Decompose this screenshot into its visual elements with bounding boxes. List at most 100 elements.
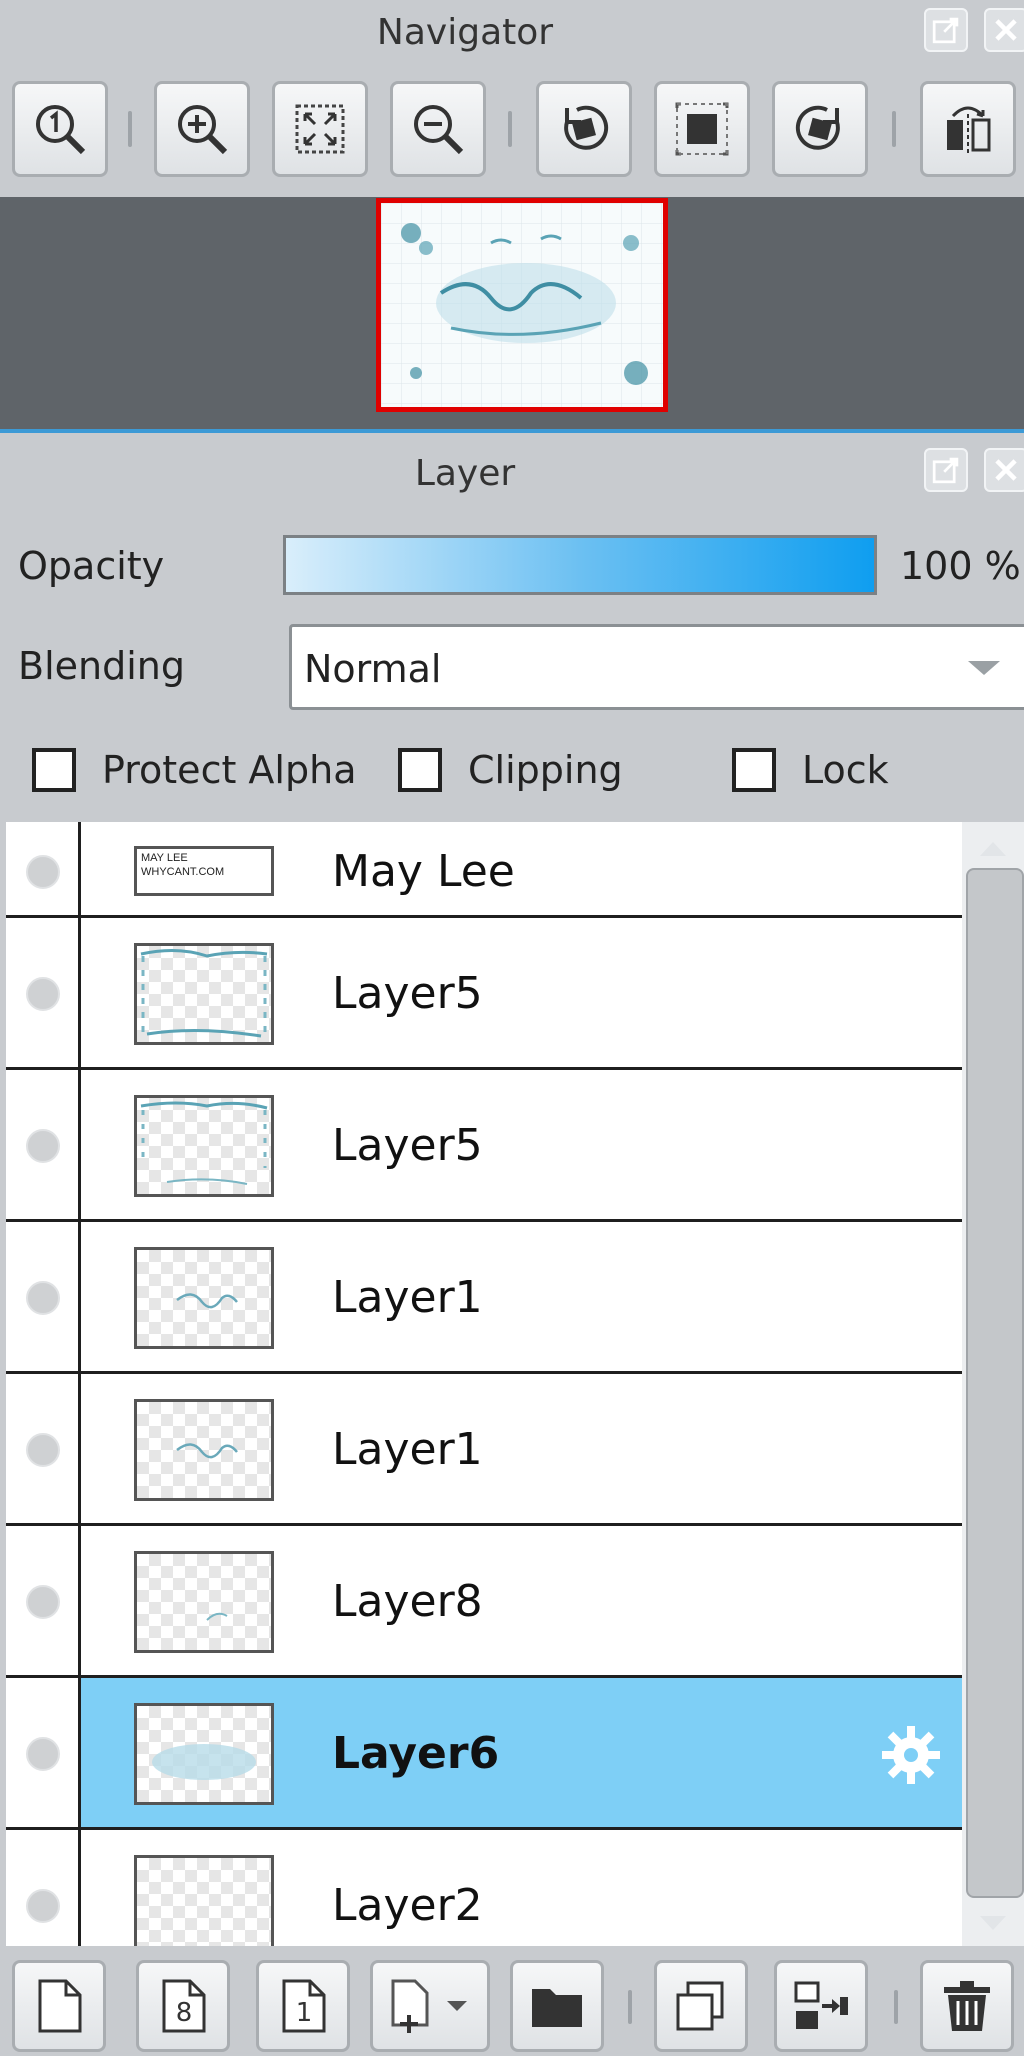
popout-icon — [932, 17, 959, 44]
protect-alpha-checkbox[interactable] — [32, 748, 76, 792]
new-1bit-layer-button[interactable]: 1 — [256, 1960, 350, 2052]
layer-row[interactable]: Layer1 — [6, 1222, 962, 1374]
layer-name[interactable]: May Lee — [332, 846, 515, 897]
layer-row[interactable]: Layer5 — [6, 1070, 962, 1222]
row-divider — [78, 1374, 81, 1523]
new-8bit-layer-button[interactable]: 8 — [136, 1960, 230, 2052]
add-layer-menu-button[interactable] — [370, 1960, 490, 2052]
row-divider — [78, 1222, 81, 1371]
row-divider — [78, 1830, 81, 1946]
rotate-left-icon — [564, 105, 609, 150]
blending-label: Blending — [18, 644, 185, 688]
merge-layer-icon — [794, 1981, 848, 2029]
layer-name[interactable]: Layer6 — [332, 1728, 499, 1779]
fit-screen-icon — [295, 104, 345, 154]
layer-name[interactable]: Layer1 — [332, 1272, 483, 1323]
row-divider — [78, 1070, 81, 1219]
layer-thumbnail — [134, 1095, 274, 1197]
clipping-checkbox[interactable] — [398, 748, 442, 792]
toolbar-separator — [894, 1990, 898, 2024]
delete-layer-button[interactable] — [920, 1960, 1014, 2052]
flip-horizontal-icon — [947, 106, 991, 154]
layer-row[interactable]: Layer5 — [6, 918, 962, 1070]
new-folder-button[interactable] — [510, 1960, 604, 2052]
navigator-detach-button[interactable] — [924, 8, 968, 52]
reset-view-icon — [675, 102, 729, 156]
layer-thumbnail — [134, 1247, 274, 1349]
layer-name[interactable]: Layer2 — [332, 1880, 483, 1931]
zoom-out-icon — [414, 105, 464, 155]
canvas-preview-image — [381, 203, 663, 407]
visibility-toggle[interactable] — [26, 1433, 60, 1467]
rotate-left-button[interactable] — [536, 81, 632, 177]
layer-row[interactable]: Layer1 — [6, 1374, 962, 1526]
layer-name[interactable]: Layer8 — [332, 1576, 483, 1627]
folder-icon — [532, 1989, 582, 2027]
navigator-close-button[interactable] — [984, 8, 1024, 52]
flip-horizontal-button[interactable] — [920, 81, 1016, 177]
zoom-actual-size-button[interactable] — [12, 81, 108, 177]
layer-row[interactable]: Layer8 — [6, 1526, 962, 1678]
scroll-up-arrow-icon[interactable] — [962, 828, 1024, 868]
visibility-toggle[interactable] — [26, 855, 60, 889]
visibility-toggle[interactable] — [26, 1281, 60, 1315]
close-icon — [995, 19, 1017, 41]
layer-list[interactable]: MAY LEE WHYCANT.COM May Lee Layer5 Layer… — [6, 822, 962, 1946]
popout-icon — [932, 457, 959, 484]
rotate-right-button[interactable] — [772, 81, 868, 177]
reset-rotation-button[interactable] — [654, 81, 750, 177]
opacity-label: Opacity — [18, 544, 165, 588]
blending-mode-value: Normal — [304, 647, 442, 691]
merge-down-button[interactable] — [774, 1960, 868, 2052]
trash-icon — [944, 1981, 990, 2031]
layer-thumbnail — [134, 1551, 274, 1653]
layer-row[interactable]: Layer2 — [6, 1830, 962, 1946]
layer-row-selected[interactable]: Layer6 — [6, 1678, 962, 1830]
toolbar-separator — [508, 111, 512, 147]
opacity-slider[interactable] — [283, 535, 877, 595]
layer-row[interactable]: MAY LEE WHYCANT.COM May Lee — [6, 822, 962, 918]
layer-thumbnail — [134, 1703, 274, 1805]
panel-divider[interactable] — [0, 429, 1024, 433]
layer-name[interactable]: Layer1 — [332, 1424, 483, 1475]
protect-alpha-label[interactable]: Protect Alpha — [102, 748, 356, 792]
navigator-canvas-thumbnail[interactable] — [376, 198, 668, 412]
new-8bit-layer-icon: 8 — [162, 1979, 206, 2033]
zoom-out-button[interactable] — [390, 81, 486, 177]
zoom-in-button[interactable] — [154, 81, 250, 177]
blending-mode-select[interactable]: Normal — [289, 624, 1024, 710]
zoom-100-icon — [36, 105, 86, 155]
scrollbar-thumb[interactable] — [966, 868, 1024, 1898]
new-color-layer-button[interactable] — [12, 1960, 106, 2052]
navigator-title: Navigator — [376, 12, 554, 53]
visibility-toggle[interactable] — [26, 1585, 60, 1619]
visibility-toggle[interactable] — [26, 1129, 60, 1163]
new-1bit-layer-icon: 1 — [282, 1979, 326, 2033]
visibility-toggle[interactable] — [26, 1737, 60, 1771]
layer-name[interactable]: Layer5 — [332, 1120, 483, 1171]
settings-icon[interactable] — [876, 1720, 946, 1790]
lock-checkbox[interactable] — [732, 748, 776, 792]
layer-name[interactable]: Layer5 — [332, 968, 483, 1019]
chevron-down-icon — [968, 661, 1000, 675]
rotate-right-icon — [795, 105, 840, 150]
toolbar-separator — [892, 111, 896, 147]
scroll-down-arrow-icon[interactable] — [962, 1904, 1024, 1944]
layer-thumbnail — [134, 1399, 274, 1501]
clipping-label[interactable]: Clipping — [468, 748, 623, 792]
duplicate-layer-button[interactable] — [654, 1960, 748, 2052]
layer-thumbnail: MAY LEE WHYCANT.COM — [134, 846, 274, 896]
visibility-toggle[interactable] — [26, 1889, 60, 1923]
layer-close-button[interactable] — [984, 448, 1024, 492]
layer-detach-button[interactable] — [924, 448, 968, 492]
thumbnail-text: MAY LEE WHYCANT.COM — [141, 852, 225, 878]
row-divider — [78, 1526, 81, 1675]
visibility-toggle[interactable] — [26, 977, 60, 1011]
add-layer-dropdown-icon — [391, 1979, 467, 2033]
new-layer-icon — [38, 1979, 82, 2033]
opacity-value: 100 % — [900, 544, 1021, 588]
row-divider — [78, 822, 81, 915]
fit-to-window-button[interactable] — [272, 81, 368, 177]
lock-label[interactable]: Lock — [802, 748, 889, 792]
zoom-in-icon — [178, 105, 228, 155]
